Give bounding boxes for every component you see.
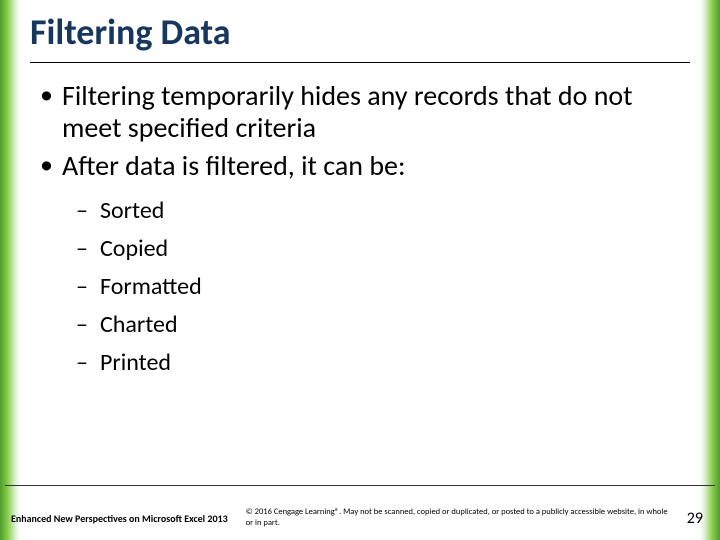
bullet-list: Filtering temporarily hides any records … <box>36 80 684 381</box>
bullet-text: Filtering temporarily hides any records … <box>62 78 633 145</box>
footer-source: Enhanced New Perspectives on Microsoft E… <box>11 512 228 525</box>
slide-title: Filtering Data <box>30 10 690 62</box>
list-item: Charted <box>62 307 684 343</box>
list-item: Printed <box>62 345 684 381</box>
list-item: Sorted <box>62 193 684 229</box>
footer: Enhanced New Perspectives on Microsoft E… <box>5 496 715 540</box>
accent-right <box>700 0 720 540</box>
sub-bullet-text: Copied <box>100 234 168 263</box>
bullet-text: After data is filtered, it can be: <box>62 148 405 183</box>
title-underline <box>30 62 690 63</box>
footer-divider <box>5 485 715 486</box>
body-content: Filtering temporarily hides any records … <box>36 80 684 387</box>
sub-bullet-text: Charted <box>100 310 178 339</box>
sub-bullet-list: Sorted Copied Formatted Charted Printed <box>62 193 684 381</box>
sub-bullet-text: Sorted <box>100 196 164 225</box>
sub-bullet-text: Printed <box>100 348 171 377</box>
list-item: After data is filtered, it can be: Sorte… <box>36 150 684 380</box>
title-block: Filtering Data <box>30 10 690 63</box>
accent-left <box>0 0 20 540</box>
footer-copyright: © 2016 Cengage Learning®. May not be sca… <box>246 507 675 528</box>
list-item: Formatted <box>62 269 684 305</box>
slide-container: Filtering Data Filtering temporarily hid… <box>0 0 720 540</box>
page-number: 29 <box>687 509 709 528</box>
sub-bullet-text: Formatted <box>100 272 202 301</box>
list-item: Filtering temporarily hides any records … <box>36 80 684 144</box>
list-item: Copied <box>62 231 684 267</box>
